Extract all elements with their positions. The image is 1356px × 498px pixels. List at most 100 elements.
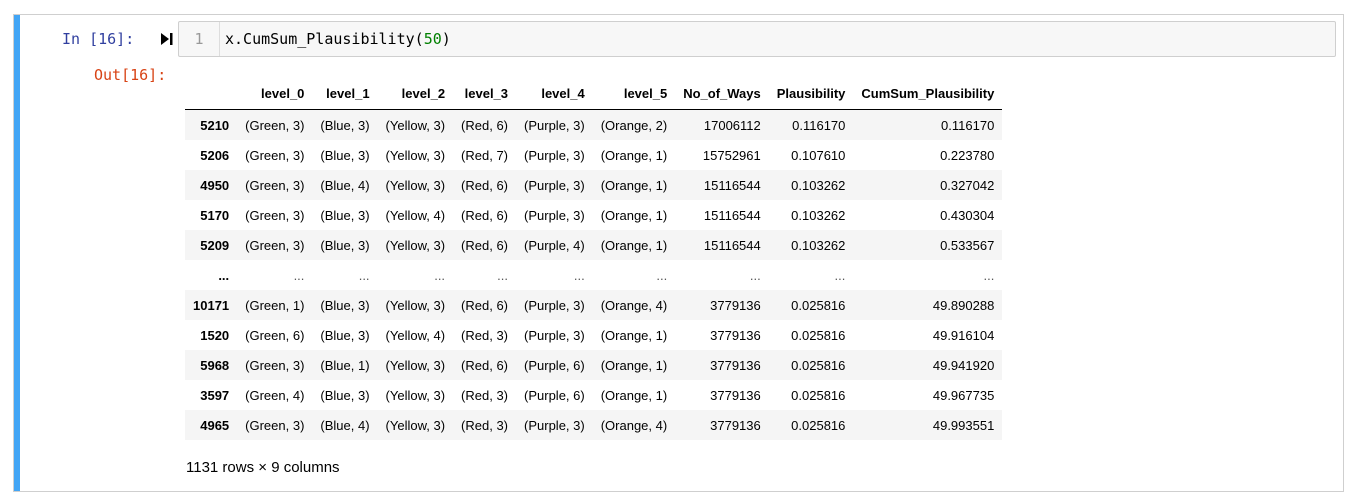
- row-index: 1520: [200, 327, 230, 343]
- row-index: 4965: [200, 417, 230, 433]
- table-cell: ...: [983, 267, 995, 283]
- table-cell: (Orange, 1): [600, 357, 668, 373]
- table-cell: (Purple, 3): [524, 327, 585, 343]
- table-row: 4950 (Green, 3) (Blue, 4) (Yellow, 3) (Red, …: [185, 170, 1003, 200]
- table-row: 5210 (Green, 3) (Blue, 3) (Yellow, 3) (Red, …: [185, 109, 1003, 140]
- table-cell: 0.107610: [791, 147, 846, 163]
- code-argument: 50: [423, 30, 442, 48]
- index-header: [185, 78, 238, 110]
- table-cell: (Red, 6): [461, 357, 509, 373]
- table-cell: 0.025816: [791, 297, 846, 313]
- table-cell: 15116544: [703, 237, 761, 253]
- table-cell: (Yellow, 3): [385, 387, 446, 403]
- table-cell: (Green, 3): [245, 147, 305, 163]
- table-cell: (Green, 3): [245, 177, 305, 193]
- table-cell: 3779136: [710, 357, 761, 373]
- table-cell: (Green, 3): [245, 237, 305, 253]
- table-cell: (Orange, 2): [600, 117, 668, 133]
- table-cell: 3779136: [710, 327, 761, 343]
- table-ellipsis-row: ..............................: [185, 260, 1003, 290]
- table-cell: (Orange, 4): [600, 417, 668, 433]
- table-row: 5209 (Green, 3) (Blue, 3) (Yellow, 3) (Red, …: [185, 230, 1003, 260]
- input-prompt: In [16]:: [62, 30, 135, 48]
- run-cell-icon[interactable]: [160, 31, 174, 47]
- row-index: 10171: [193, 297, 230, 313]
- table-cell: (Purple, 3): [524, 297, 585, 313]
- table-cell: 0.103262: [791, 237, 846, 253]
- table-cell: (Blue, 3): [320, 387, 370, 403]
- row-index: 5170: [200, 207, 230, 223]
- table-cell: (Red, 6): [461, 297, 509, 313]
- table-body: 5210 (Green, 3) (Blue, 3) (Yellow, 3) (Red, …: [185, 109, 1003, 440]
- table-cell: ...: [293, 267, 305, 283]
- table-row: 5206 (Green, 3) (Blue, 3) (Yellow, 3) (Red, …: [185, 140, 1003, 170]
- table-cell: (Blue, 1): [320, 357, 370, 373]
- line-number: 1: [179, 22, 220, 56]
- table-cell: 3779136: [710, 417, 761, 433]
- row-index: 5210: [200, 117, 230, 133]
- table-cell: 3779136: [710, 387, 761, 403]
- table-cell: ...: [749, 267, 761, 283]
- row-index: 5206: [200, 147, 230, 163]
- table-cell: (Red, 3): [461, 417, 509, 433]
- table-cell: ...: [497, 267, 509, 283]
- table-cell: 49.967735: [932, 387, 995, 403]
- table-cell: (Red, 3): [461, 327, 509, 343]
- code-call: x.CumSum_Plausibility(: [225, 30, 424, 48]
- row-index: 4950: [200, 177, 230, 193]
- table-cell: (Yellow, 3): [385, 147, 446, 163]
- table-cell: (Red, 6): [461, 237, 509, 253]
- column-header: level_2: [377, 78, 454, 110]
- table-cell: 0.533567: [940, 237, 995, 253]
- table-cell: (Green, 1): [245, 297, 305, 313]
- table-cell: ...: [834, 267, 846, 283]
- table-cell: (Orange, 1): [600, 327, 668, 343]
- table-row: 3597 (Green, 4) (Blue, 3) (Yellow, 3) (Red, …: [185, 380, 1003, 410]
- table-cell: (Purple, 6): [524, 387, 585, 403]
- table-cell: (Green, 3): [245, 207, 305, 223]
- table-cell: 15116544: [703, 177, 761, 193]
- table-cell: 0.025816: [791, 327, 846, 343]
- table-cell: (Orange, 1): [600, 147, 668, 163]
- table-cell: (Green, 3): [245, 417, 305, 433]
- table-cell: 0.327042: [940, 177, 995, 193]
- code-editor[interactable]: 1 x.CumSum_Plausibility(50): [178, 21, 1336, 57]
- table-cell: 49.890288: [932, 297, 995, 313]
- dataframe-table: level_0 level_1 level_2 level_3 level_4 …: [185, 78, 1003, 440]
- column-header: CumSum_Plausibility: [853, 78, 1003, 110]
- table-cell: (Red, 6): [461, 207, 509, 223]
- notebook-cell[interactable]: In [16]: 1 x.CumSum_Plausibility(50) Out…: [13, 14, 1344, 492]
- table-cell: ...: [656, 267, 668, 283]
- table-cell: (Yellow, 4): [385, 327, 446, 343]
- table-cell: 0.223780: [940, 147, 995, 163]
- table-cell: (Blue, 4): [320, 417, 370, 433]
- table-cell: (Blue, 3): [320, 327, 370, 343]
- code-close-paren: ): [441, 30, 451, 48]
- table-cell: (Purple, 3): [524, 207, 585, 223]
- table-cell: 0.025816: [791, 357, 846, 373]
- table-cell: 0.025816: [791, 387, 846, 403]
- row-index: 5968: [200, 357, 230, 373]
- table-cell: 0.103262: [791, 177, 846, 193]
- table-cell: (Red, 3): [461, 387, 509, 403]
- table-cell: (Purple, 3): [524, 417, 585, 433]
- table-cell: (Yellow, 3): [385, 237, 446, 253]
- table-cell: (Orange, 1): [600, 207, 668, 223]
- column-header: level_0: [237, 78, 313, 110]
- table-cell: (Purple, 3): [524, 117, 585, 133]
- table-cell: (Orange, 4): [600, 297, 668, 313]
- table-cell: (Green, 4): [245, 387, 305, 403]
- table-cell: 15752961: [702, 147, 761, 163]
- table-cell: (Blue, 3): [320, 147, 370, 163]
- column-header: level_5: [592, 78, 676, 110]
- code-line[interactable]: x.CumSum_Plausibility(50): [225, 22, 451, 56]
- table-cell: 0.116170: [941, 117, 995, 133]
- table-cell: (Red, 6): [461, 177, 509, 193]
- table-header-row: level_0 level_1 level_2 level_3 level_4 …: [185, 78, 1003, 110]
- table-cell: (Yellow, 3): [385, 297, 446, 313]
- table-row: 1520 (Green, 6) (Blue, 3) (Yellow, 4) (Red, …: [185, 320, 1003, 350]
- table-cell: (Green, 6): [245, 327, 305, 343]
- table-cell: 15116544: [703, 207, 761, 223]
- table-cell: (Purple, 3): [524, 147, 585, 163]
- table-cell: (Yellow, 4): [385, 207, 446, 223]
